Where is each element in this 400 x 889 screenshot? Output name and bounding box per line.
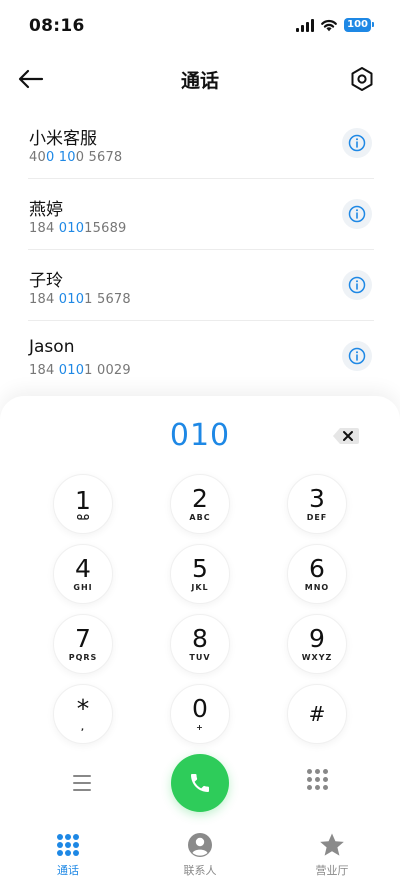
settings-button[interactable]: [348, 65, 376, 93]
key-2[interactable]: 2 ABC: [170, 474, 230, 534]
person-icon: [187, 832, 213, 858]
backspace-icon: [333, 428, 359, 444]
key-6[interactable]: 6 MNO: [287, 544, 347, 604]
page-title: 通话: [180, 70, 219, 92]
voicemail-icon: [77, 514, 89, 520]
contact-number: 184 0101 5678: [29, 292, 131, 307]
phone-icon: [191, 774, 209, 792]
contact-number: 400 100 5678: [29, 150, 123, 165]
settings-icon: [351, 67, 373, 91]
nav-service-hall[interactable]: 营业厅: [292, 832, 372, 878]
contact-name: 小米客服: [29, 129, 97, 149]
header: 通话: [0, 52, 400, 106]
contact-info-button[interactable]: [342, 270, 372, 300]
contact-number: 184 0101 0029: [29, 363, 131, 378]
dialpad-toggle-button[interactable]: [304, 766, 330, 792]
signal-icon: [296, 18, 315, 32]
key-4[interactable]: 4 GHI: [53, 544, 113, 604]
call-button[interactable]: [171, 754, 229, 812]
nav-label: 联系人: [183, 864, 217, 877]
contact-name: 子玲: [29, 271, 63, 291]
info-icon: [348, 347, 366, 365]
star-icon: [319, 832, 345, 858]
contact-name: Jason: [29, 337, 75, 357]
key-8[interactable]: 8 TUV: [170, 614, 230, 674]
contact-info-button[interactable]: [342, 199, 372, 229]
key-7[interactable]: 7 PQRS: [53, 614, 113, 674]
key-0[interactable]: 0 +: [170, 684, 230, 744]
dialer-panel: 010 1 2 ABC 3 DEF 4 GHI 5 JKL 6 MNO 7 PQ…: [0, 396, 400, 889]
status-icons: 100: [296, 18, 374, 32]
status-bar: 08:16 100: [0, 0, 400, 52]
key-hash[interactable]: #: [287, 684, 347, 744]
nav-contacts[interactable]: 联系人: [160, 832, 240, 878]
dialer-actions: [0, 752, 400, 812]
contact-row[interactable]: Jason 184 0101 0029: [28, 321, 374, 392]
key-1[interactable]: 1: [53, 474, 113, 534]
nav-label: 通话: [57, 864, 79, 877]
key-3[interactable]: 3 DEF: [287, 474, 347, 534]
contact-row[interactable]: 燕婷 184 01015689: [28, 179, 374, 250]
info-icon: [348, 276, 366, 294]
menu-button[interactable]: [64, 770, 100, 796]
battery-icon: 100: [344, 18, 374, 32]
nav-calls[interactable]: 通话: [28, 832, 108, 878]
backspace-button[interactable]: [332, 426, 360, 446]
contact-info-button[interactable]: [342, 128, 372, 158]
info-icon: [348, 134, 366, 152]
bottom-nav: 通话 联系人 营业厅: [0, 828, 400, 880]
contact-row[interactable]: 小米客服 400 100 5678: [28, 108, 374, 179]
key-star[interactable]: * ,: [53, 684, 113, 744]
wifi-icon: [321, 19, 338, 32]
nav-label: 营业厅: [315, 864, 349, 877]
contact-number: 184 01015689: [29, 221, 127, 236]
key-5[interactable]: 5 JKL: [170, 544, 230, 604]
contact-info-button[interactable]: [342, 341, 372, 371]
contact-list: 小米客服 400 100 5678 燕婷 184 01015689 子玲 184…: [28, 108, 374, 392]
dialpad-icon: [55, 832, 81, 858]
contact-name: 燕婷: [29, 200, 63, 220]
info-icon: [348, 205, 366, 223]
key-9[interactable]: 9 WXYZ: [287, 614, 347, 674]
contact-row[interactable]: 子玲 184 0101 5678: [28, 250, 374, 321]
status-time: 08:16: [29, 16, 85, 36]
